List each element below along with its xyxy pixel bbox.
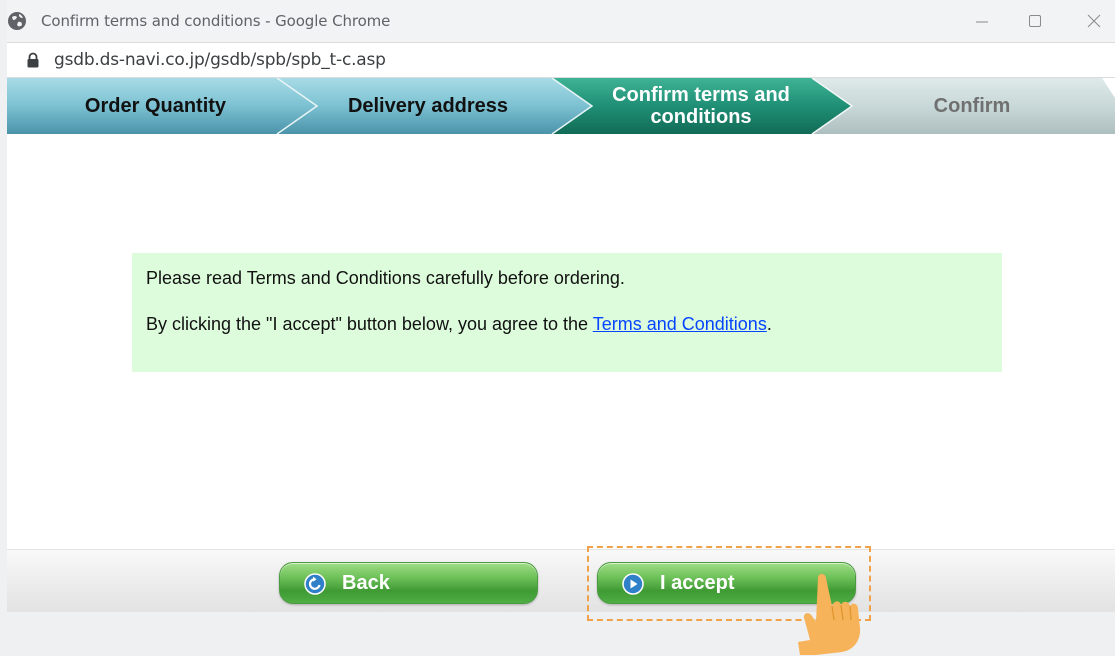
minimize-button[interactable] <box>960 8 1004 34</box>
step-confirm: Confirm <box>933 95 1011 117</box>
terms-link[interactable]: Terms and Conditions <box>593 314 767 334</box>
hand-pointer-icon <box>798 573 861 655</box>
close-button[interactable] <box>1072 8 1115 34</box>
close-icon <box>1087 14 1101 28</box>
order-step-bar: Order Quantity Delivery address Confirm … <box>7 78 1115 134</box>
minimize-icon <box>976 21 988 23</box>
button-bar: Back I accept <box>7 549 1115 612</box>
back-button-label: Back <box>342 572 390 594</box>
url-text[interactable]: gsdb.ds-navi.co.jp/gsdb/spb/spb_t-c.asp <box>54 50 386 70</box>
notice-line-2-prefix: By clicking the "I accept" button below,… <box>146 314 593 334</box>
browser-window: Confirm terms and conditions - Google Ch… <box>7 0 1115 612</box>
notice-line-2: By clicking the "I accept" button below,… <box>146 314 772 335</box>
step-order-quantity: Order Quantity <box>84 95 227 117</box>
step-delivery-address: Delivery address <box>347 95 509 117</box>
globe-icon <box>8 12 26 30</box>
terms-notice-box: Please read Terms and Conditions careful… <box>132 253 1002 372</box>
notice-line-2-suffix: . <box>766 314 772 334</box>
address-bar[interactable]: gsdb.ds-navi.co.jp/gsdb/spb/spb_t-c.asp <box>7 43 1115 78</box>
notice-line-1: Please read Terms and Conditions careful… <box>146 268 625 288</box>
window-title: Confirm terms and conditions - Google Ch… <box>41 12 391 30</box>
lock-icon <box>27 52 39 68</box>
back-button[interactable]: Back <box>279 562 538 604</box>
step-confirm-terms: Confirm terms and conditions <box>612 84 790 128</box>
back-arrow-icon <box>304 573 326 595</box>
title-bar: Confirm terms and conditions - Google Ch… <box>7 0 1115 43</box>
maximize-icon <box>1029 15 1041 27</box>
maximize-button[interactable] <box>1013 8 1057 34</box>
